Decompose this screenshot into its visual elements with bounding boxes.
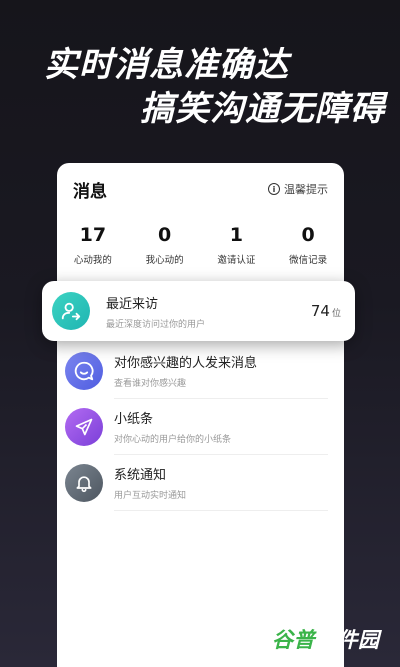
list-item-title: 系统通知: [114, 468, 167, 483]
watermark-part-1: 谷普: [272, 628, 315, 652]
message-list: 对你感兴趣的人发来消息 查看谁对你感兴趣 小纸条 对你心动的用户给你的小纸条 系…: [57, 343, 344, 511]
list-item-notes[interactable]: 小纸条 对你心动的用户给你的小纸条: [65, 399, 328, 455]
smile-chat-icon: [65, 352, 103, 390]
bell-icon: [65, 464, 103, 502]
stat-i-liked[interactable]: 0 我心动的: [129, 225, 201, 266]
stat-invite-verify[interactable]: 1 邀请认证: [201, 225, 273, 266]
visitor-count-value: 74: [310, 302, 330, 320]
stats-row: 17 心动我的 0 我心动的 1 邀请认证 0 微信记录: [57, 225, 344, 266]
list-item-text: 小纸条 对你心动的用户给你的小纸条: [114, 399, 328, 455]
list-item-recent-visitors[interactable]: 最近来访 最近深度访问过你的用户 74 位: [42, 281, 355, 341]
stat-liked-me[interactable]: 17 心动我的: [57, 225, 129, 266]
promo-headline-1: 实时消息准确达: [44, 45, 289, 85]
stat-label: 微信记录: [289, 255, 328, 266]
info-icon: i: [268, 183, 280, 195]
list-item-title: 最近来访: [106, 296, 159, 312]
list-item-text: 系统通知 用户互动实时通知: [114, 455, 328, 511]
visitor-count-unit: 位: [331, 309, 341, 319]
list-item-subtitle: 查看谁对你感兴趣: [114, 379, 187, 389]
tip-label: 温馨提示: [284, 183, 328, 196]
tip-button[interactable]: i 温馨提示: [268, 181, 328, 197]
stat-label: 心动我的: [73, 255, 112, 266]
stat-value: 0: [301, 224, 315, 246]
page-title: 消息: [73, 181, 107, 202]
stat-label: 我心动的: [145, 255, 184, 266]
stat-label: 邀请认证: [217, 255, 256, 266]
list-item-system-notice[interactable]: 系统通知 用户互动实时通知: [65, 455, 328, 511]
list-item-subtitle: 用户互动实时通知: [114, 491, 187, 501]
list-item-title: 对你感兴趣的人发来消息: [114, 356, 258, 371]
watermark-logo: 谷普软件园: [272, 624, 380, 654]
watermark-part-2: 软件园: [315, 628, 380, 652]
stat-value: 17: [79, 224, 107, 246]
list-item-title: 小纸条: [114, 412, 154, 427]
list-item-subtitle: 最近深度访问过你的用户: [106, 319, 206, 330]
stat-value: 1: [229, 224, 243, 246]
list-item-subtitle: 对你心动的用户给你的小纸条: [114, 435, 232, 445]
list-item-text: 对你感兴趣的人发来消息 查看谁对你感兴趣: [114, 343, 328, 399]
stat-value: 0: [158, 224, 172, 246]
list-item-interested-messages[interactable]: 对你感兴趣的人发来消息 查看谁对你感兴趣: [65, 343, 328, 399]
messages-card: 消息 i 温馨提示 17 心动我的 0 我心动的 1 邀请认证 0 微信记录 对…: [57, 163, 344, 667]
user-arrow-icon: [52, 292, 90, 330]
visitor-count: 74 位: [311, 302, 341, 320]
promo-headline-2: 搞笑沟通无障碍: [140, 89, 385, 129]
list-item-text: 最近来访 最近深度访问过你的用户: [106, 293, 311, 330]
card-header: 消息 i 温馨提示: [73, 177, 328, 202]
stat-wechat-records[interactable]: 0 微信记录: [272, 225, 344, 266]
paper-plane-icon: [65, 408, 103, 446]
